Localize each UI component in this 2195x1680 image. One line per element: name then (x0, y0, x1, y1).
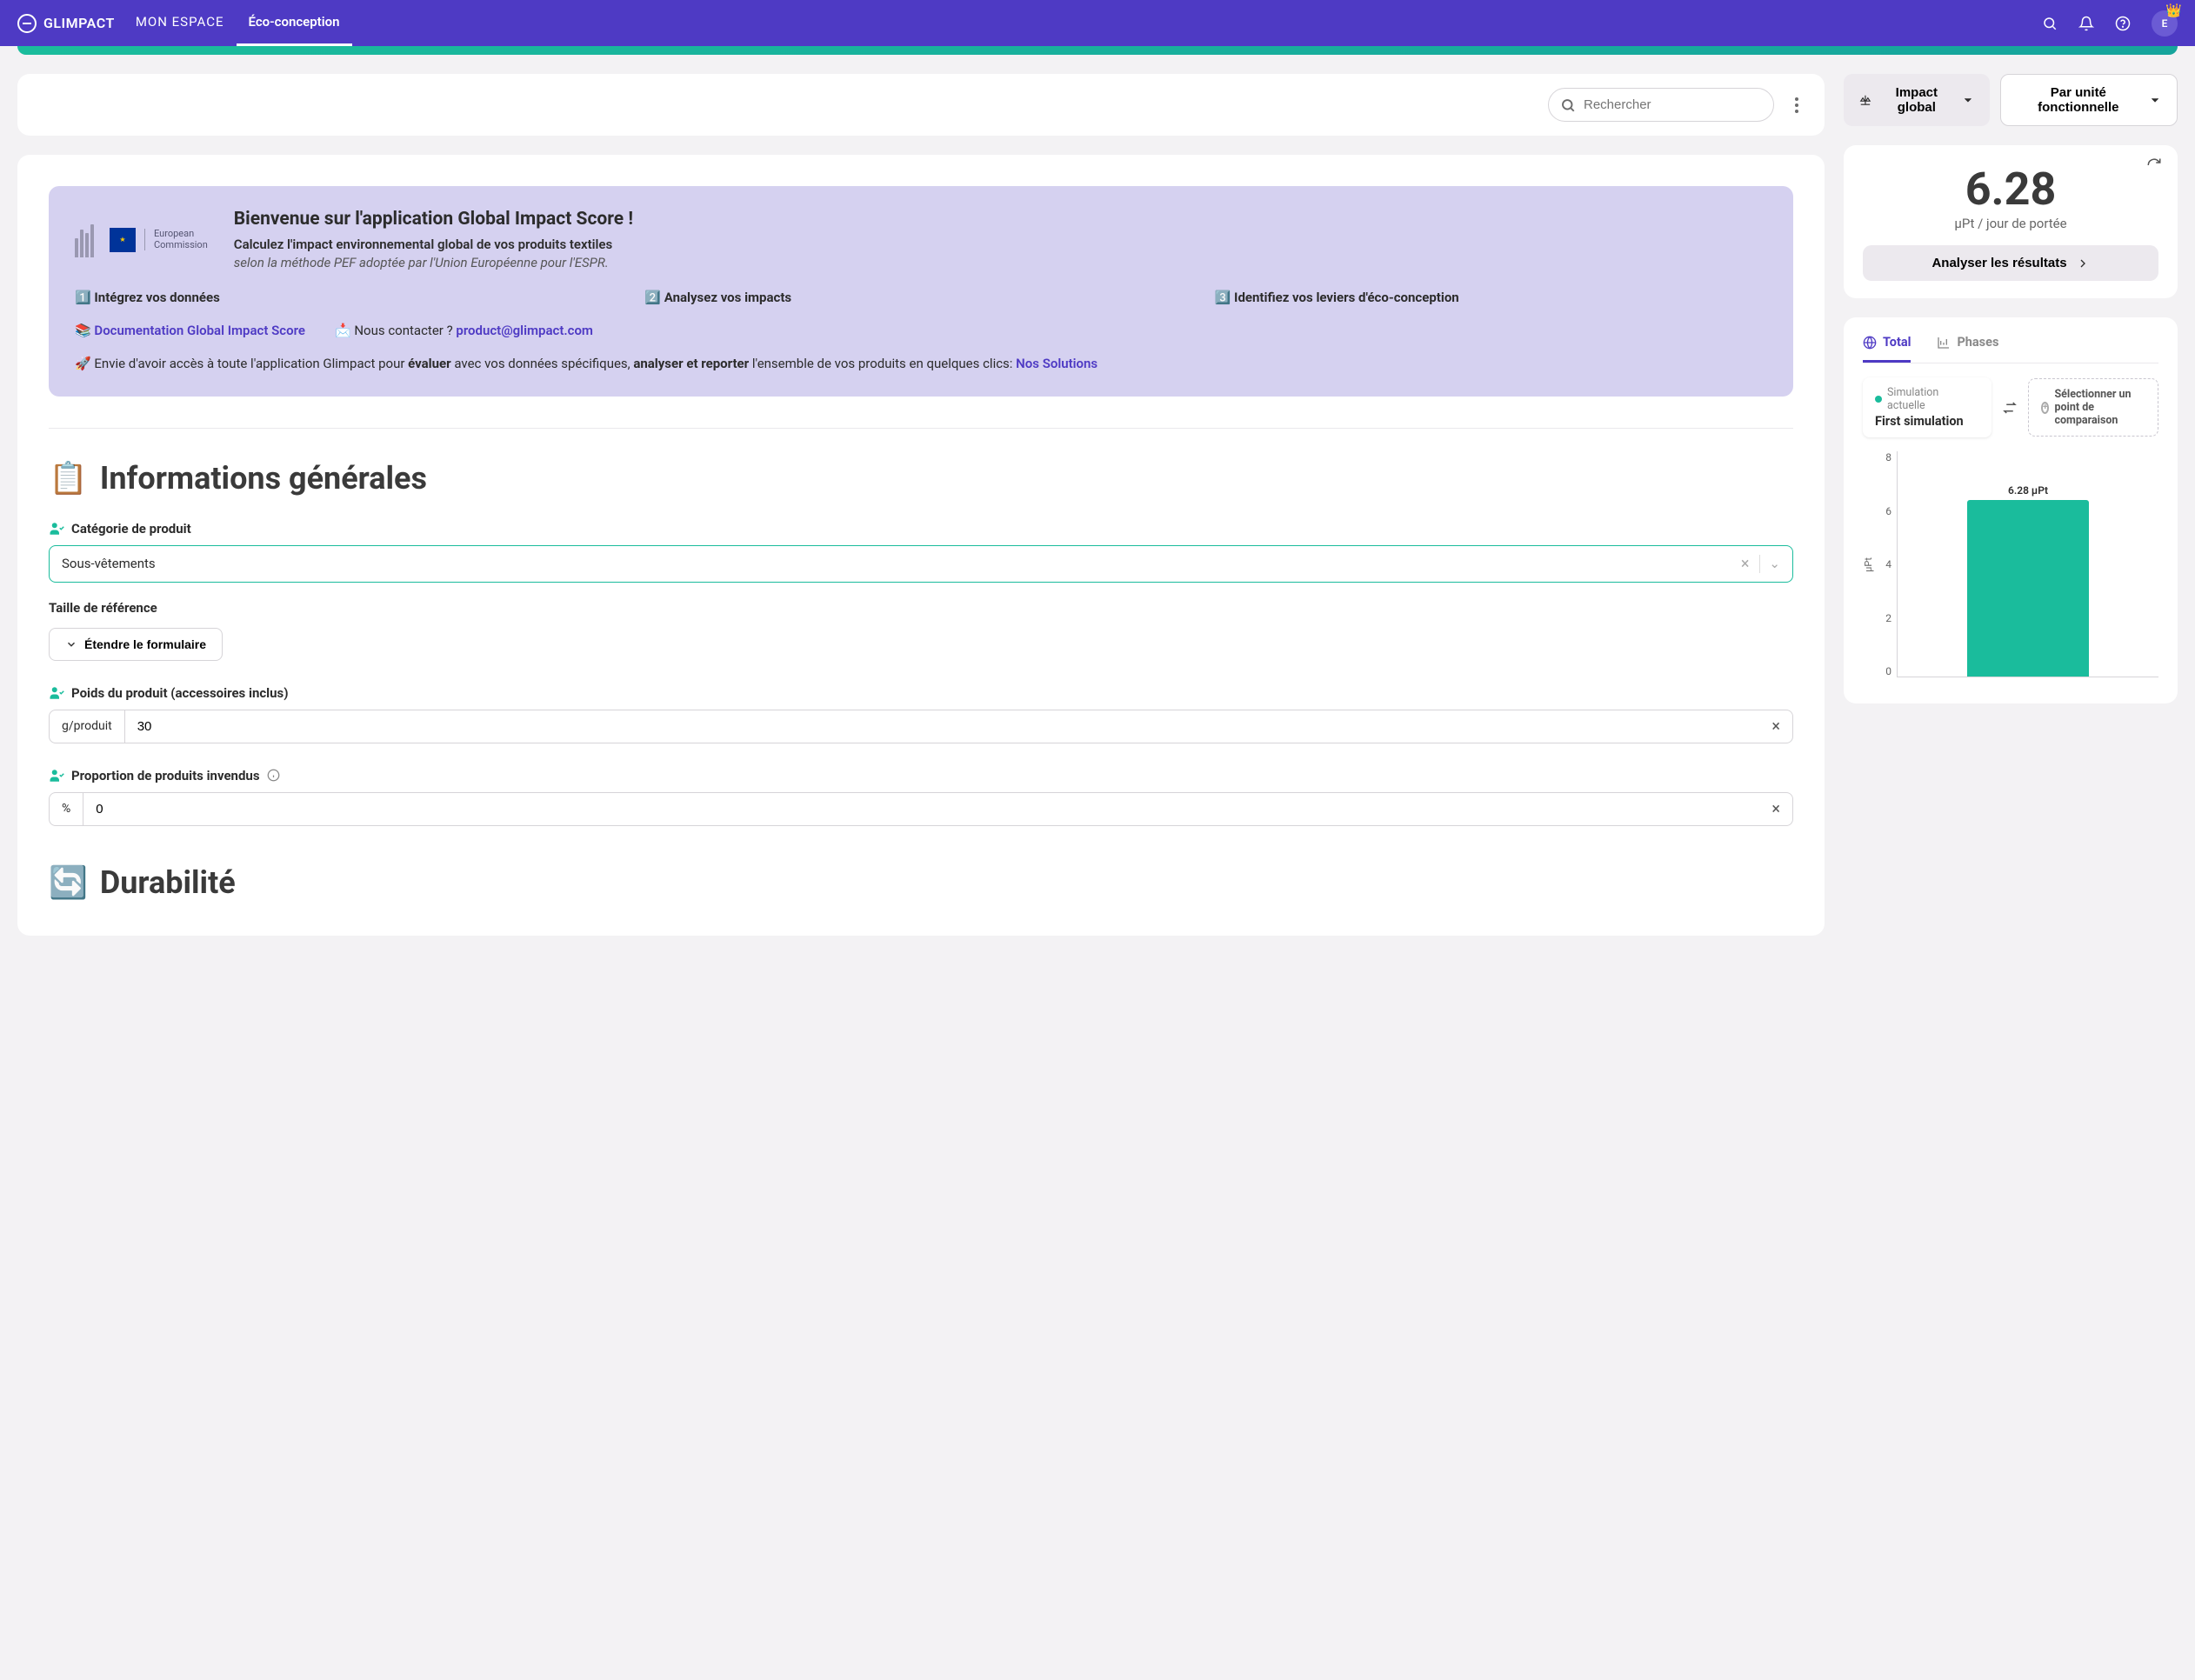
search-card (17, 74, 1825, 136)
contact-link[interactable]: 📩 Nous contacter ? product@glimpact.com (335, 323, 593, 338)
welcome-subtitle-2: selon la méthode PEF adoptée par l'Union… (234, 255, 633, 270)
bar-chart: µPt 86420 6.28 µPt (1863, 451, 2158, 677)
clear-icon[interactable]: × (1759, 793, 1792, 825)
compare-simulation[interactable]: +Sélectionner un point de comparaison (2028, 378, 2158, 437)
score-unit: µPt / jour de portée (1863, 216, 2158, 231)
chevron-right-icon (2076, 257, 2090, 270)
refresh-button[interactable] (2146, 157, 2162, 177)
teal-banner (17, 46, 2178, 55)
welcome-title: Bienvenue sur l'application Global Impac… (234, 209, 633, 230)
scale-icon (1859, 93, 1871, 107)
chevron-down-icon[interactable]: ⌄ (1760, 556, 1780, 571)
label-taille: Taille de référence (49, 600, 1793, 616)
more-menu-button[interactable] (1786, 97, 1807, 113)
weight-input-group: g/produit × (49, 710, 1793, 743)
solutions-link[interactable]: Nos Solutions (1016, 356, 1098, 371)
nav-tab-eco-conception[interactable]: Éco-conception (237, 0, 352, 46)
help-icon[interactable] (2115, 16, 2131, 31)
logo-text: GLIMPACT (43, 15, 115, 31)
category-value: Sous-vêtements (62, 556, 156, 571)
clear-icon[interactable]: × (1741, 555, 1761, 573)
globe-icon (1863, 336, 1877, 350)
unsold-input[interactable] (83, 793, 1759, 825)
unit-functional-button[interactable]: Par unité fonctionnelle (2000, 74, 2178, 126)
refresh-icon (2146, 157, 2162, 173)
score-value: 6.28 (1863, 163, 2158, 216)
welcome-panel: ★ EuropeanCommission Bienvenue sur l'app… (49, 186, 1793, 397)
chart-card: Total Phases Simulation actuelle First s… (1844, 317, 2178, 703)
search-icon[interactable] (2042, 16, 2058, 31)
clear-icon[interactable]: × (1759, 710, 1792, 743)
search-icon (1560, 97, 1576, 113)
unsold-input-group: % × (49, 792, 1793, 826)
step-2: 2️⃣ Analysez vos impacts (644, 290, 1197, 305)
expand-form-button[interactable]: Étendre le formulaire (49, 628, 223, 661)
tab-total[interactable]: Total (1863, 335, 1911, 363)
top-navbar: GLIMPACT MON ESPACE Éco-conception 👑 E (0, 0, 2195, 46)
promo-text: 🚀 Envie d'avoir accès à toute l'applicat… (75, 354, 1767, 374)
crown-icon: 👑 (2165, 3, 2182, 18)
caret-down-icon (1962, 93, 1974, 107)
info-icon[interactable] (267, 769, 280, 782)
user-avatar[interactable]: 👑 E (2152, 10, 2178, 37)
eu-commission-badge: ★ EuropeanCommission (75, 209, 208, 270)
caret-down-icon (2149, 93, 2161, 107)
score-card: 6.28 µPt / jour de portée Analyser les r… (1844, 145, 2178, 298)
chevron-down-icon (65, 638, 77, 650)
section-title-info: 📋 Informations générales (49, 460, 1793, 497)
weight-input[interactable] (125, 710, 1760, 743)
y-axis-label: µPt (1863, 557, 1874, 572)
search-input[interactable] (1548, 88, 1774, 122)
section-title-durability: 🔄 Durabilité (49, 864, 1793, 901)
logo[interactable]: GLIMPACT (17, 14, 115, 33)
category-select[interactable]: Sous-vêtements × ⌄ (49, 545, 1793, 583)
unit-label: % (50, 793, 83, 825)
bar-chart-icon (1937, 336, 1951, 350)
tab-phases[interactable]: Phases (1937, 335, 1998, 363)
impact-global-button[interactable]: Impact global (1844, 74, 1990, 126)
step-3: 3️⃣ Identifiez vos leviers d'éco-concept… (1215, 290, 1767, 305)
bell-icon[interactable] (2078, 16, 2094, 31)
step-1: 1️⃣ Intégrez vos données (75, 290, 627, 305)
label-unsold: Proportion de produits invendus (49, 768, 1793, 783)
swap-icon[interactable] (2002, 400, 2018, 416)
current-simulation[interactable]: Simulation actuelle First simulation (1863, 377, 1992, 437)
logo-icon (17, 14, 37, 33)
person-icon (49, 768, 64, 783)
label-weight: Poids du produit (accessoires inclus) (49, 685, 1793, 701)
main-panel: ★ EuropeanCommission Bienvenue sur l'app… (17, 155, 1825, 936)
person-icon (49, 521, 64, 537)
person-icon (49, 685, 64, 701)
documentation-link[interactable]: 📚 Documentation Global Impact Score (75, 323, 305, 338)
analyze-results-button[interactable]: Analyser les résultats (1863, 245, 2158, 281)
welcome-subtitle-1: Calculez l'impact environnemental global… (234, 237, 633, 252)
label-category: Catégorie de produit (49, 521, 1793, 537)
unit-label: g/produit (50, 710, 125, 743)
nav-tab-mon-espace[interactable]: MON ESPACE (123, 0, 237, 46)
